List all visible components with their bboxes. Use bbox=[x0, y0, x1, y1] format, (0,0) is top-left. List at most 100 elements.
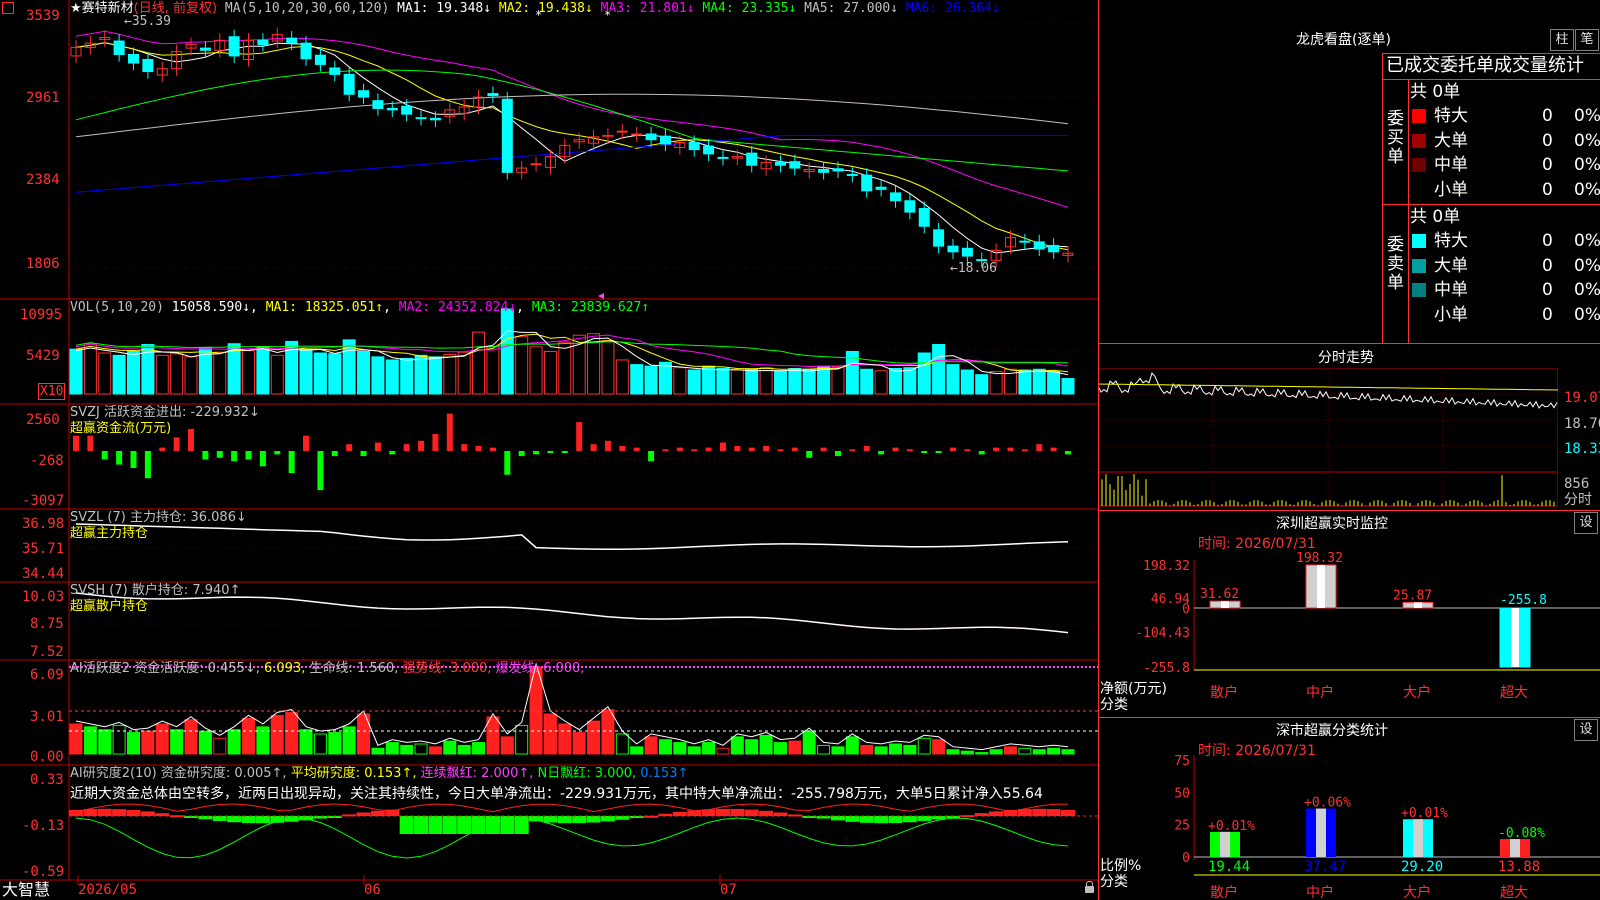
volume-bar bbox=[874, 370, 888, 395]
svzl-axis-label: 36.98 bbox=[22, 516, 65, 532]
candle-body bbox=[487, 93, 499, 97]
fund-flow-bar bbox=[1065, 451, 1071, 455]
activity-bar bbox=[141, 730, 155, 755]
ai1-axis-label: 3.01 bbox=[30, 709, 64, 725]
volume-bar bbox=[500, 308, 514, 395]
monitor-axis-label: -255.8 bbox=[1143, 661, 1190, 676]
research-bar bbox=[572, 816, 587, 824]
fund-flow-bar bbox=[101, 451, 108, 460]
ai2-axis-label: 0.33 bbox=[30, 772, 64, 788]
intraday-axis-label: 18.33 bbox=[1564, 441, 1600, 457]
volume-bar bbox=[270, 354, 284, 395]
lock-icon[interactable] bbox=[1085, 886, 1094, 893]
volume-bar bbox=[242, 350, 256, 395]
classify-value-label: 13.88 bbox=[1498, 859, 1540, 875]
research-bar bbox=[902, 816, 917, 823]
sell-total: 共 0单 bbox=[1410, 207, 1461, 227]
sell-row: 小单 0 0% bbox=[1410, 303, 1600, 327]
volume-bar bbox=[615, 359, 629, 395]
research-bar bbox=[370, 810, 385, 816]
volume-bar bbox=[1018, 369, 1032, 395]
order-count: 0 bbox=[1542, 155, 1553, 175]
lhb-stat-title: 已成交委托单成交量统计 bbox=[1386, 55, 1584, 76]
activity-bar bbox=[1047, 747, 1061, 755]
ai-activity-header: AI活跃度2 资金活跃度: 0.455↓, 6.093, 生命线: 1.560,… bbox=[70, 661, 584, 677]
fund-flow-bar bbox=[1036, 444, 1043, 451]
stock-star-icon[interactable]: ★ bbox=[70, 1, 82, 16]
classify-ylabel: 比例% bbox=[1100, 858, 1142, 874]
color-swatch bbox=[1412, 109, 1426, 123]
price-axis-label: 2961 bbox=[26, 90, 60, 106]
fund-flow-bar bbox=[676, 447, 683, 451]
ma4-line bbox=[75, 69, 1069, 172]
candle-body bbox=[429, 117, 441, 121]
cursor-marker-icon bbox=[598, 293, 604, 299]
vol-unit-button[interactable]: X10 bbox=[38, 383, 66, 400]
volume-bar bbox=[960, 369, 974, 395]
sell-row: 大单 0 0% bbox=[1410, 254, 1600, 278]
brand-logo[interactable]: 大智慧 bbox=[2, 880, 50, 900]
activity-bar bbox=[874, 746, 888, 755]
research-bar bbox=[457, 816, 472, 834]
activity-bar bbox=[127, 732, 141, 755]
fund-flow-bar bbox=[604, 440, 611, 451]
activity-bar bbox=[989, 749, 1003, 755]
candle-body bbox=[645, 133, 657, 141]
date-label: 06 bbox=[364, 882, 381, 898]
research-red-line bbox=[75, 803, 1069, 813]
ai-research-value: AI研究度2(10) 资金研究度: 0.005↑, bbox=[70, 766, 287, 781]
buy-row: 特大 0 0% bbox=[1410, 104, 1600, 128]
candle-body bbox=[314, 54, 326, 65]
volume-bar bbox=[1032, 368, 1046, 395]
candle-body bbox=[1019, 240, 1031, 243]
activity-bar bbox=[615, 733, 629, 755]
ma3-value: MA3: 21.801↓ bbox=[600, 1, 695, 16]
volume-bar bbox=[759, 367, 773, 395]
monitor-category-label: 中户 bbox=[1306, 684, 1334, 701]
activity-bar bbox=[759, 734, 773, 755]
volume-bar bbox=[702, 365, 716, 395]
ai2-axis-label: -0.13 bbox=[22, 818, 65, 834]
ai-lifeline: 生命线: 1.560, bbox=[309, 661, 399, 676]
candle-body bbox=[789, 161, 801, 169]
activity-bar bbox=[170, 729, 184, 755]
activity-bar bbox=[414, 743, 428, 755]
price-axis-label: 1806 bbox=[26, 256, 60, 272]
panel-divider[interactable] bbox=[1098, 0, 1099, 900]
svsh-subtitle: 超赢散户持仓 bbox=[70, 599, 149, 614]
ai-continuous-red: 连续飘红: 2.000↑, bbox=[420, 766, 534, 781]
fund-flow-bar bbox=[662, 449, 669, 452]
fund-flow-bar bbox=[820, 447, 827, 451]
intraday-chart[interactable] bbox=[1098, 368, 1558, 508]
volume-bar bbox=[888, 367, 902, 395]
activity-bar bbox=[558, 723, 572, 755]
research-bar bbox=[212, 816, 227, 821]
kline-chart[interactable]: * * bbox=[0, 0, 1098, 900]
price-low-marker: ←18.06 bbox=[950, 261, 997, 276]
candle-body bbox=[329, 67, 341, 75]
fund-flow-bar bbox=[619, 445, 626, 451]
intraday-title: 分时走势 bbox=[1318, 350, 1374, 366]
monitor-xlabel: 分类 bbox=[1100, 697, 1128, 713]
svzj-header: SVZJ 活跃资金进出: -229.932↓ bbox=[70, 405, 260, 420]
research-bar bbox=[830, 816, 845, 821]
buy-row: 大单 0 0% bbox=[1410, 129, 1600, 153]
tick-mode-button[interactable]: 笔 bbox=[1575, 29, 1599, 51]
research-bar bbox=[414, 816, 429, 834]
fund-flow-bar bbox=[274, 451, 281, 455]
ma5-line bbox=[75, 93, 1069, 138]
classify-bar-highlight bbox=[1510, 839, 1520, 857]
vol-panel-header: VOL(5,10,20) 15058.590↓, MA1: 18325.051↑… bbox=[70, 300, 650, 315]
volume-bar bbox=[414, 354, 428, 395]
vol-value: 15058.590↓ bbox=[171, 300, 251, 315]
research-bar bbox=[241, 816, 256, 824]
fund-flow-bar bbox=[878, 451, 885, 455]
volume-bar bbox=[773, 370, 787, 395]
activity-bar bbox=[601, 709, 615, 755]
activity-bar bbox=[400, 744, 414, 755]
buy-row: 中单 0 0% bbox=[1410, 153, 1600, 177]
ai-burst-line: 爆发线: 6.000, bbox=[495, 661, 585, 676]
volume-bar bbox=[989, 371, 1003, 395]
research-bar bbox=[888, 816, 903, 823]
bar-mode-button[interactable]: 柱 bbox=[1550, 29, 1574, 51]
